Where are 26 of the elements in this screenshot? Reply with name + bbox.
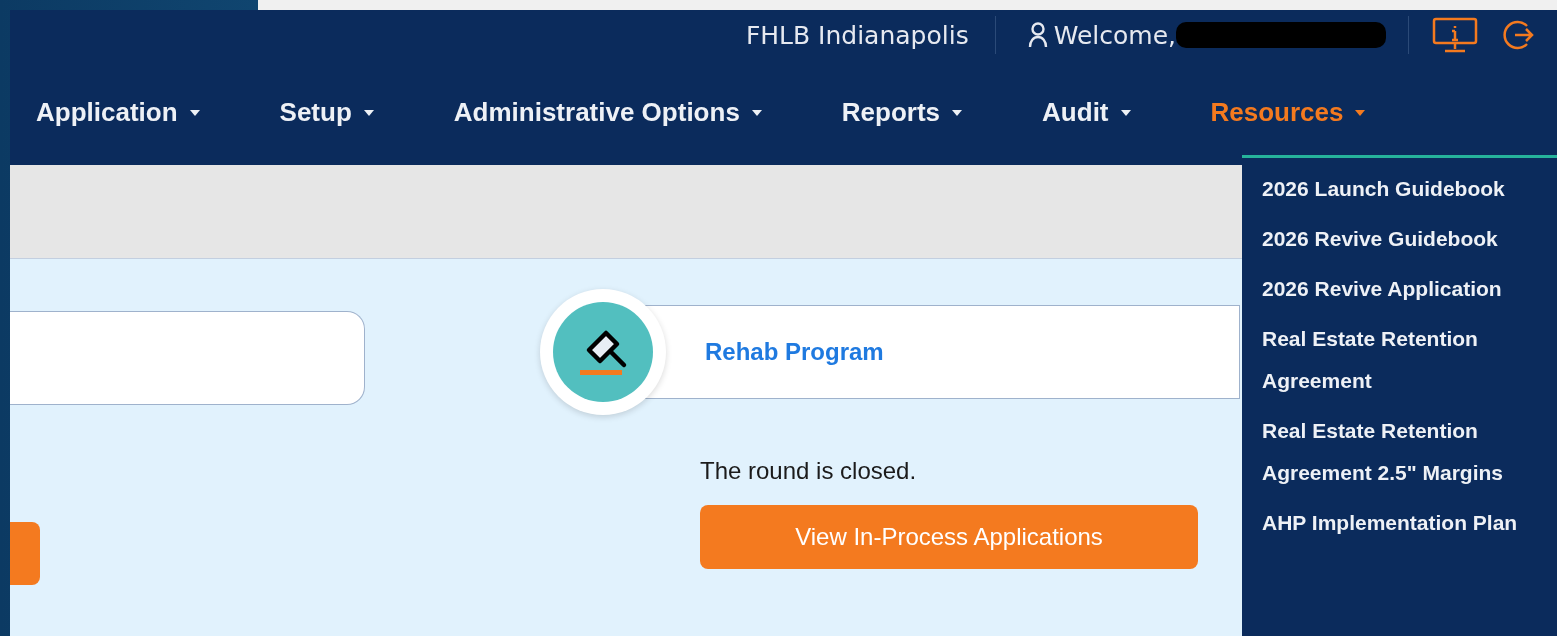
program-title: Rehab Program bbox=[705, 338, 884, 366]
nav-menu-item[interactable]: Setup bbox=[279, 97, 374, 128]
caret-icon bbox=[952, 109, 963, 116]
status-text: The round is closed. bbox=[700, 457, 918, 485]
gavel-icon bbox=[553, 302, 653, 402]
nav-menu-item[interactable]: Resources bbox=[1210, 97, 1366, 128]
menu-item[interactable]: 2026 Revive Application bbox=[1262, 268, 1557, 310]
caret-icon bbox=[1355, 109, 1366, 116]
menu-item[interactable]: Real Estate Retention Agreement bbox=[1262, 318, 1557, 402]
monitor-info-icon[interactable] bbox=[1431, 16, 1479, 54]
logout-icon[interactable] bbox=[1501, 18, 1535, 52]
nav-menu-item[interactable]: Audit bbox=[1042, 97, 1131, 128]
user-icon bbox=[1027, 22, 1048, 48]
menu-item[interactable]: AHP Implementation Plan bbox=[1262, 502, 1557, 544]
nav-menu-item[interactable]: Application bbox=[36, 97, 200, 128]
caret-icon bbox=[189, 109, 200, 116]
welcome-label: Welcome, bbox=[1053, 20, 1176, 50]
menu-item[interactable]: 2026 Launch Guidebook bbox=[1262, 168, 1557, 210]
caret-icon bbox=[751, 109, 762, 116]
nav-menu-item[interactable]: Administrative Options bbox=[453, 97, 762, 128]
menu-item[interactable]: 2026 Revive Guidebook bbox=[1262, 218, 1557, 260]
org-name: FHLB Indianapolis bbox=[744, 20, 970, 50]
caret-icon bbox=[363, 109, 374, 116]
caret-icon bbox=[1120, 109, 1131, 116]
menu-item[interactable]: Real Estate Retention Agreement 2.5" Margins bbox=[1262, 410, 1557, 494]
nav-menu-item[interactable]: Reports bbox=[841, 97, 963, 128]
